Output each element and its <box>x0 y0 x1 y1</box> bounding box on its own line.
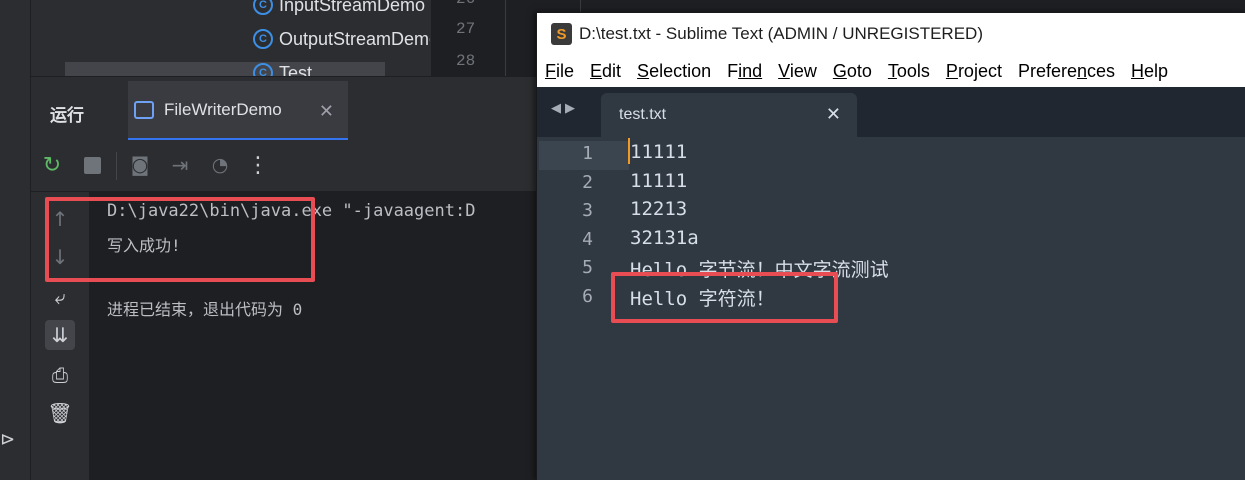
code-line: 11111 <box>630 170 688 192</box>
toolbar-divider <box>116 152 117 180</box>
print-icon[interactable]: ⎙ <box>45 360 75 390</box>
screenshot: ⊳ C InputStreamDemo C OutputStreamDemo C… <box>0 0 1245 480</box>
exit-icon[interactable]: ⇥ <box>167 152 193 178</box>
scroll-to-end-icon[interactable]: ⇊ <box>45 320 75 350</box>
tree-item-outputstreamdemo[interactable]: C OutputStreamDemo <box>253 26 439 52</box>
console-line-command: D:\java22\bin\java.exe "-javaagent:D <box>107 201 476 221</box>
camera-icon[interactable]: ◙ <box>127 152 153 178</box>
tab-bar: ◀▶ test.txt ✕ <box>537 87 1245 137</box>
code-line: Hello 字符流！ <box>630 288 775 310</box>
class-icon: C <box>253 29 273 49</box>
menu-find[interactable]: Find <box>727 61 762 82</box>
run-side-toolbar: ↑ ↓ ⤶ ⇊ ⎙ 🗑 <box>31 192 89 480</box>
gauge-icon[interactable]: ◔ <box>207 152 233 178</box>
menu-bar: File Edit Selection Find View Goto Tools… <box>537 56 1245 87</box>
tree-selection-highlight <box>65 62 385 76</box>
menu-preferences[interactable]: Preferences <box>1018 61 1115 82</box>
console-icon <box>134 100 154 119</box>
text-cursor <box>628 138 630 164</box>
sublime-window: S D:\test.txt - Sublime Text (ADMIN / UN… <box>536 12 1245 480</box>
close-icon[interactable]: ✕ <box>826 104 841 125</box>
console-line-output: 写入成功! <box>107 236 181 255</box>
run-tab-filewriterdemo[interactable]: FileWriterDemo ✕ <box>128 81 348 141</box>
ide-left-strip: ⊳ <box>0 0 31 480</box>
menu-selection[interactable]: Selection <box>637 61 711 82</box>
rerun-icon[interactable]: ↻ <box>39 152 65 178</box>
menu-project[interactable]: Project <box>946 61 1002 82</box>
run-toolbar: ↻ ◙ ⇥ ◔ ⋮ <box>31 140 545 192</box>
window-title-bar[interactable]: S D:\test.txt - Sublime Text (ADMIN / UN… <box>537 13 1245 56</box>
soft-wrap-icon[interactable]: ⤶ <box>45 282 75 312</box>
project-tree: C InputStreamDemo C OutputStreamDemo C T… <box>31 0 439 83</box>
code-line: 11111 <box>630 141 688 163</box>
tab-test-txt[interactable]: test.txt ✕ <box>601 93 857 137</box>
code-line: 32131a <box>630 227 699 249</box>
window-title: D:\test.txt - Sublime Text (ADMIN / UNRE… <box>579 24 983 43</box>
services-icon[interactable]: ⊳ <box>0 428 18 452</box>
run-panel-title: 运行 <box>50 106 84 126</box>
menu-tools[interactable]: Tools <box>888 61 930 82</box>
run-panel-header: 运行 FileWriterDemo ✕ <box>31 76 545 141</box>
tree-item-label: OutputStreamDemo <box>279 28 440 49</box>
menu-view[interactable]: View <box>778 61 817 82</box>
menu-file[interactable]: File <box>545 61 574 82</box>
arrow-up-icon[interactable]: ↑ <box>45 204 75 234</box>
line-number: 26 <box>456 0 475 8</box>
more-icon[interactable]: ⋮ <box>245 152 271 178</box>
tree-item-inputstreamdemo[interactable]: C InputStreamDemo <box>253 0 425 18</box>
tree-item-label: InputStreamDemo <box>279 0 426 15</box>
editor-gutter: 26 27 28 <box>430 0 505 76</box>
menu-edit[interactable]: Edit <box>590 61 621 82</box>
tab-nav-arrows-icon[interactable]: ◀▶ <box>551 101 579 116</box>
run-tab-label: FileWriterDemo <box>164 99 282 119</box>
trash-icon[interactable]: 🗑 <box>45 398 75 428</box>
code-line: Hello 字节流！中文字流测试 <box>630 259 889 281</box>
line-number: 28 <box>456 52 476 70</box>
menu-help[interactable]: Help <box>1131 61 1168 82</box>
menu-goto[interactable]: Goto <box>833 61 872 82</box>
console-line-exit: 进程已结束，退出代码为 0 <box>107 300 303 319</box>
stop-icon[interactable] <box>79 152 105 178</box>
console-output[interactable]: D:\java22\bin\java.exe "-javaagent:D 写入成… <box>89 192 545 480</box>
tab-label: test.txt <box>619 106 667 123</box>
arrow-down-icon[interactable]: ↓ <box>45 242 75 272</box>
sublime-logo-icon: S <box>551 23 572 45</box>
close-icon[interactable]: ✕ <box>319 101 334 122</box>
line-number: 27 <box>456 20 476 38</box>
code-line: 12213 <box>630 198 688 220</box>
text-editor[interactable]: 11111 11111 12213 32131a Hello 字节流！中文字流测… <box>537 137 1245 480</box>
class-icon: C <box>253 0 273 15</box>
